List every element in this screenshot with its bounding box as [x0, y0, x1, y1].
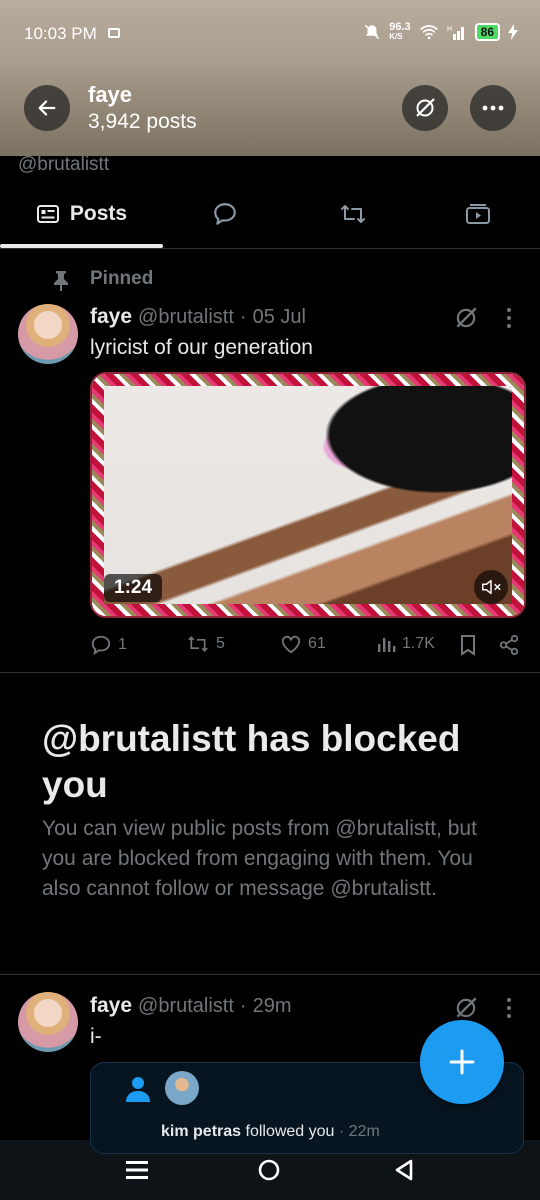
profile-handle: @brutalistt	[18, 154, 110, 175]
media-play-icon	[466, 204, 490, 224]
status-bar: 10:03 PM 96.3 K/S H 86	[0, 0, 540, 70]
home-icon[interactable]	[258, 1159, 280, 1181]
post-date: 05 Jul	[252, 306, 306, 328]
avatar	[165, 1071, 199, 1105]
views-action[interactable]: 1.7K	[376, 634, 435, 654]
plus-icon	[449, 1049, 475, 1075]
speaker-muted-icon	[482, 579, 501, 595]
post-text: lyricist of our generation	[90, 336, 313, 359]
blocked-description: You can view public posts from @brutalis…	[42, 817, 477, 900]
compose-post-button[interactable]	[420, 1020, 504, 1104]
author-name[interactable]: faye	[90, 994, 132, 1018]
profile-name: faye	[88, 82, 133, 107]
svg-text:H: H	[447, 26, 452, 33]
grok-button[interactable]	[402, 85, 448, 131]
status-icons: 96.3 K/S H 86	[363, 22, 518, 42]
reply-count: 1	[118, 636, 127, 653]
tab-reposts[interactable]	[318, 180, 388, 248]
author-name[interactable]: faye	[90, 305, 132, 329]
reply-bubble-icon	[214, 203, 236, 225]
profile-tab-bar: Posts	[0, 180, 540, 249]
toast-message: kim petras followed you · 22m	[161, 1123, 380, 1141]
video-player[interactable]: 1:24	[90, 372, 526, 618]
video-duration: 1:24	[104, 574, 163, 602]
battery-level: 86	[474, 23, 500, 41]
post-header: faye @brutalistt · 29m	[90, 994, 292, 1018]
person-icon	[126, 1077, 150, 1102]
post-text: i-	[90, 1025, 102, 1048]
view-count: 1.7K	[402, 635, 435, 652]
active-tab-indicator	[0, 244, 163, 248]
net-speed-unit: K/S	[389, 32, 403, 41]
author-handle: @brutalistt	[138, 306, 234, 328]
post-header: faye @brutalistt · 05 Jul	[90, 305, 306, 329]
tab-posts[interactable]: Posts	[0, 180, 163, 248]
meta-separator: ·	[239, 306, 247, 328]
post-time: 29m	[252, 995, 292, 1017]
blocked-title: @brutalistt has blocked you	[42, 718, 461, 805]
recent-apps-icon[interactable]	[126, 1160, 148, 1180]
net-speed: 96.3 K/S	[389, 22, 410, 42]
repost-icon	[341, 205, 365, 223]
avatar[interactable]	[18, 304, 78, 364]
avatar[interactable]	[18, 992, 78, 1052]
toast-time: · 22m	[338, 1123, 380, 1140]
tab-posts-label: Posts	[69, 202, 128, 225]
tab-replies[interactable]	[190, 180, 260, 248]
kebab-menu-icon[interactable]	[505, 306, 513, 330]
charging-icon	[508, 24, 518, 40]
follower-name: kim petras	[161, 1123, 242, 1140]
repost-icon	[188, 636, 208, 652]
bookmark-icon[interactable]	[459, 634, 477, 656]
like-action[interactable]: 61	[280, 634, 326, 654]
heart-icon	[281, 635, 301, 654]
toast-action: followed you	[245, 1123, 335, 1140]
tab-media[interactable]	[443, 180, 513, 248]
pinned-label: Pinned	[90, 268, 154, 289]
pin-icon	[54, 271, 68, 291]
divider	[0, 672, 540, 673]
net-speed-value: 96.3	[389, 21, 411, 33]
reply-action[interactable]: 1	[90, 634, 127, 656]
share-icon[interactable]	[498, 634, 520, 656]
reply-icon	[91, 635, 111, 656]
status-time: 10:03 PM	[24, 24, 97, 43]
author-handle: @brutalistt	[138, 995, 234, 1017]
message-notification-icon	[108, 28, 120, 38]
bell-muted-icon	[364, 24, 380, 40]
arrow-left-icon	[38, 100, 56, 116]
meta-separator: ·	[239, 995, 247, 1017]
views-chart-icon	[378, 638, 396, 652]
wifi-icon	[419, 25, 438, 40]
posts-icon	[36, 205, 59, 223]
back-button[interactable]	[24, 85, 70, 131]
more-horizontal-icon	[482, 105, 504, 111]
repost-action[interactable]: 5	[186, 634, 225, 654]
signal-icon: H	[447, 26, 464, 40]
grok-icon[interactable]	[453, 305, 479, 331]
grok-icon[interactable]	[453, 995, 479, 1021]
more-options-button[interactable]	[470, 85, 516, 131]
kebab-menu-icon[interactable]	[505, 996, 513, 1020]
post-count: 3,942 posts	[88, 110, 197, 133]
mute-button[interactable]	[474, 570, 508, 604]
grok-icon	[416, 98, 435, 117]
like-count: 61	[308, 635, 326, 652]
repost-count: 5	[216, 635, 225, 652]
back-triangle-icon[interactable]	[394, 1159, 414, 1181]
divider	[0, 974, 540, 975]
